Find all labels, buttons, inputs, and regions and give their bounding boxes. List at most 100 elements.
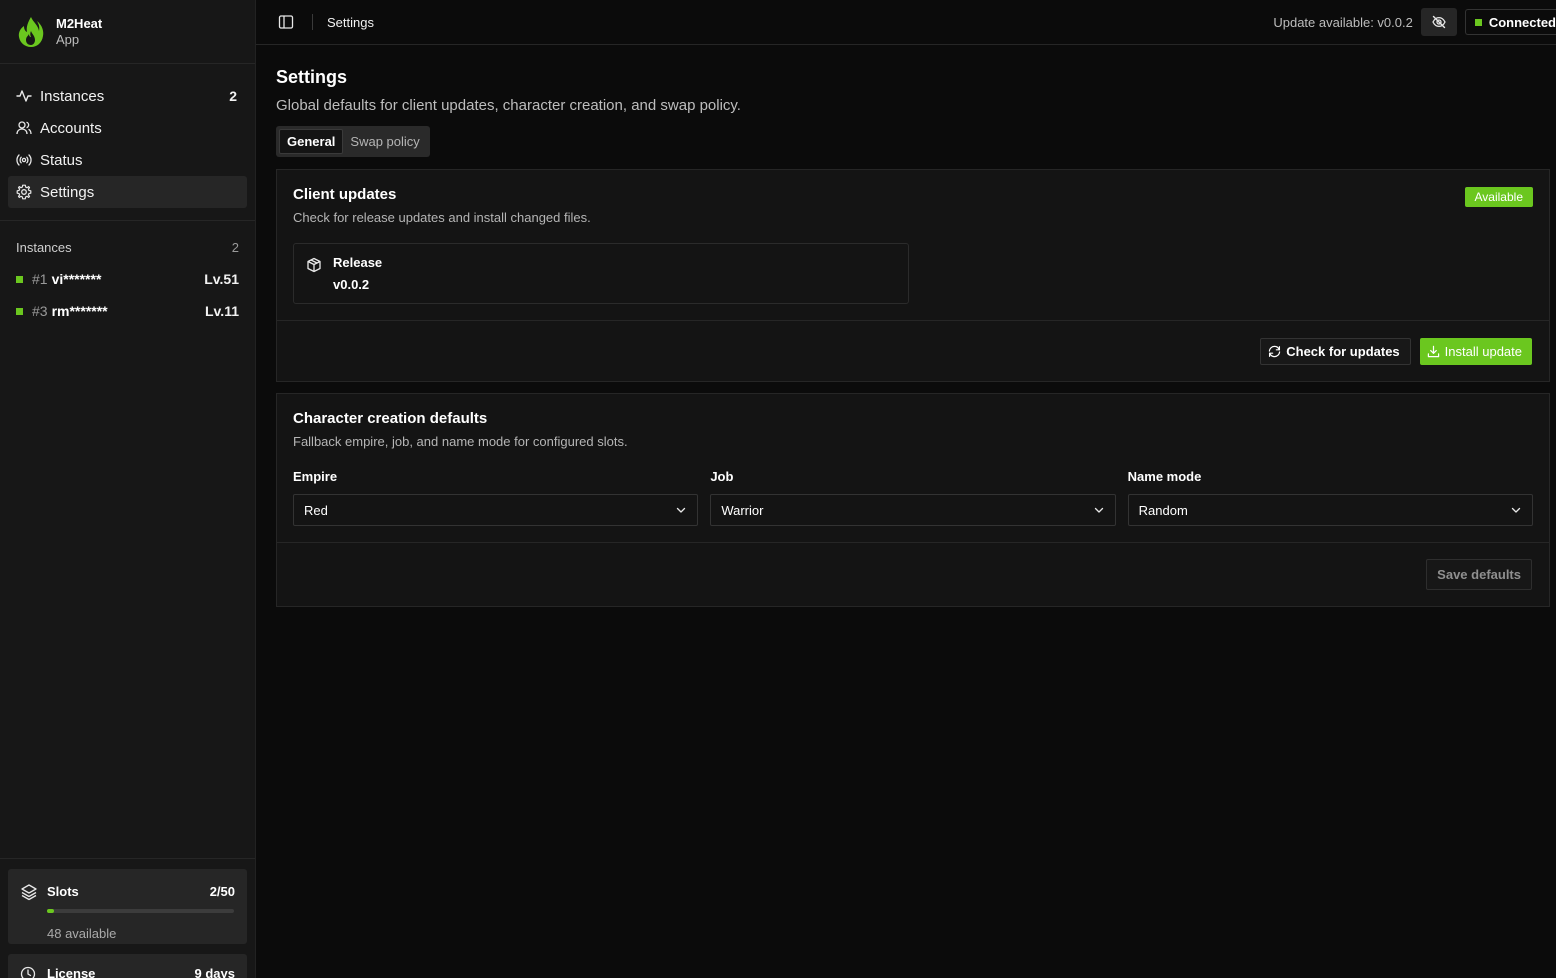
defaults-fields: Empire Red Job Warrior Name mode Random (277, 449, 1549, 542)
breadcrumb: Settings (327, 14, 374, 30)
nav-label: Accounts (40, 119, 102, 137)
clock-icon (20, 966, 36, 978)
panel-title: Character creation defaults (293, 410, 488, 427)
field-label: Job (710, 469, 734, 484)
brand-name: M2Heat (56, 15, 103, 31)
status-dot (16, 307, 23, 315)
connection-label: Connected (1488, 14, 1556, 30)
hide-update-button[interactable] (1420, 8, 1457, 36)
panel-description: Check for release updates and install ch… (293, 210, 591, 225)
install-update-button[interactable]: Install update (1419, 337, 1532, 365)
status-badge: Available (1464, 187, 1533, 207)
instance-row[interactable]: #3 rm******* Lv.11 (16, 295, 239, 327)
release-version: v0.0.2 (333, 277, 370, 292)
release-label: Release (333, 255, 383, 270)
panel-footer: Check for updates Install update (277, 320, 1549, 381)
empire-select[interactable]: Red (293, 494, 699, 526)
button-label: Install update (1444, 343, 1522, 359)
license-label: License (47, 966, 96, 978)
license-value: 9 days (194, 966, 235, 978)
main-nav: Instances 2 Accounts Status Settings (0, 64, 255, 221)
refresh-icon (1269, 345, 1281, 357)
brand-subtitle: App (56, 31, 80, 47)
update-available-text: Update available: v0.0.2 (1273, 14, 1413, 30)
instance-level: Lv.11 (205, 303, 239, 319)
slots-card: Slots 2/50 48 available (8, 869, 247, 944)
connection-status[interactable]: Connected (1464, 9, 1556, 35)
instance-name: vi******* (51, 271, 102, 287)
chevron-down-icon (677, 507, 686, 513)
empire-field: Empire Red (293, 469, 699, 526)
job-select[interactable]: Warrior (710, 494, 1116, 526)
slots-value: 2/50 (209, 883, 235, 899)
layers-icon (21, 884, 37, 901)
tab-swap-policy[interactable]: Swap policy (343, 129, 426, 154)
page-title: Settings (276, 67, 348, 87)
slots-progress-bar (47, 909, 234, 913)
client-updates-panel: Client updates Check for release updates… (276, 169, 1550, 382)
eye-off-icon (1432, 15, 1446, 29)
divider (312, 14, 313, 30)
instance-name: rm******* (51, 303, 108, 319)
nav-item-settings[interactable]: Settings (8, 176, 247, 208)
select-value: Warrior (721, 502, 764, 518)
instances-heading: Instances 2 (16, 231, 239, 263)
activity-icon (16, 88, 32, 104)
gear-icon (16, 184, 32, 200)
nav-label: Settings (40, 183, 95, 201)
page-subtitle: Global defaults for client updates, char… (276, 97, 741, 114)
save-defaults-button[interactable]: Save defaults (1426, 559, 1532, 590)
instance-row[interactable]: #1 vi******* Lv.51 (16, 263, 239, 295)
check-for-updates-button[interactable]: Check for updates (1260, 337, 1411, 365)
name-mode-field: Name mode Random (1127, 469, 1533, 526)
instances-heading-count: 2 (231, 239, 239, 255)
status-dot (1474, 18, 1482, 26)
instances-heading-label: Instances (16, 239, 72, 255)
nav-label: Status (40, 151, 83, 169)
panel-footer: Save defaults (277, 542, 1549, 606)
nav-item-instances[interactable]: Instances 2 (8, 80, 247, 112)
settings-tabs: General Swap policy (276, 126, 430, 157)
instances-list: Instances 2 #1 vi******* Lv.51 #3 rm****… (0, 221, 255, 327)
broadcast-icon (16, 152, 32, 168)
slots-label: Slots (47, 883, 79, 899)
app-root: M2Heat App Instances 2 Accounts Status S… (0, 0, 1556, 978)
tab-general[interactable]: General (279, 129, 344, 154)
field-label: Empire (293, 469, 338, 484)
main-area: Settings Update available: v0.0.2 Connec… (256, 0, 1556, 978)
panel-description: Fallback empire, job, and name mode for … (293, 434, 628, 449)
nav-label: Instances (40, 87, 105, 105)
job-field: Job Warrior (710, 469, 1116, 526)
topbar-right: Update available: v0.0.2 Connected (1273, 8, 1556, 36)
flame-logo-icon (18, 16, 44, 47)
name-mode-select[interactable]: Random (1127, 494, 1533, 526)
download-icon (1427, 345, 1439, 357)
brand[interactable]: M2Heat App (0, 0, 255, 64)
chevron-down-icon (1094, 507, 1103, 513)
button-label: Check for updates (1286, 343, 1400, 359)
nav-item-accounts[interactable]: Accounts (8, 112, 247, 144)
settings-page: Settings Global defaults for client upda… (256, 45, 1556, 607)
instance-number: #3 (32, 303, 48, 319)
nav-item-status[interactable]: Status (8, 144, 247, 176)
slots-progress-fill (47, 909, 55, 913)
license-card: License 9 days (8, 954, 247, 978)
sidebar: M2Heat App Instances 2 Accounts Status S… (0, 0, 256, 978)
sidebar-toggle-icon[interactable] (278, 14, 294, 30)
field-label: Name mode (1127, 469, 1202, 484)
slots-available: 48 available (47, 926, 117, 941)
release-info: Release v0.0.2 (293, 243, 909, 304)
panel-title: Client updates (293, 186, 397, 203)
package-icon (307, 257, 321, 273)
chevron-down-icon (1511, 507, 1521, 513)
topbar: Settings Update available: v0.0.2 Connec… (256, 0, 1556, 45)
nav-count: 2 (229, 88, 237, 104)
sidebar-footer: Slots 2/50 48 available License 9 days (0, 858, 255, 978)
instance-level: Lv.51 (204, 271, 239, 287)
select-value: Red (304, 502, 328, 518)
character-defaults-panel: Character creation defaults Fallback emp… (276, 393, 1550, 607)
instance-number: #1 (32, 271, 48, 287)
status-dot (16, 275, 23, 283)
users-icon (16, 120, 32, 136)
select-value: Random (1138, 502, 1188, 518)
